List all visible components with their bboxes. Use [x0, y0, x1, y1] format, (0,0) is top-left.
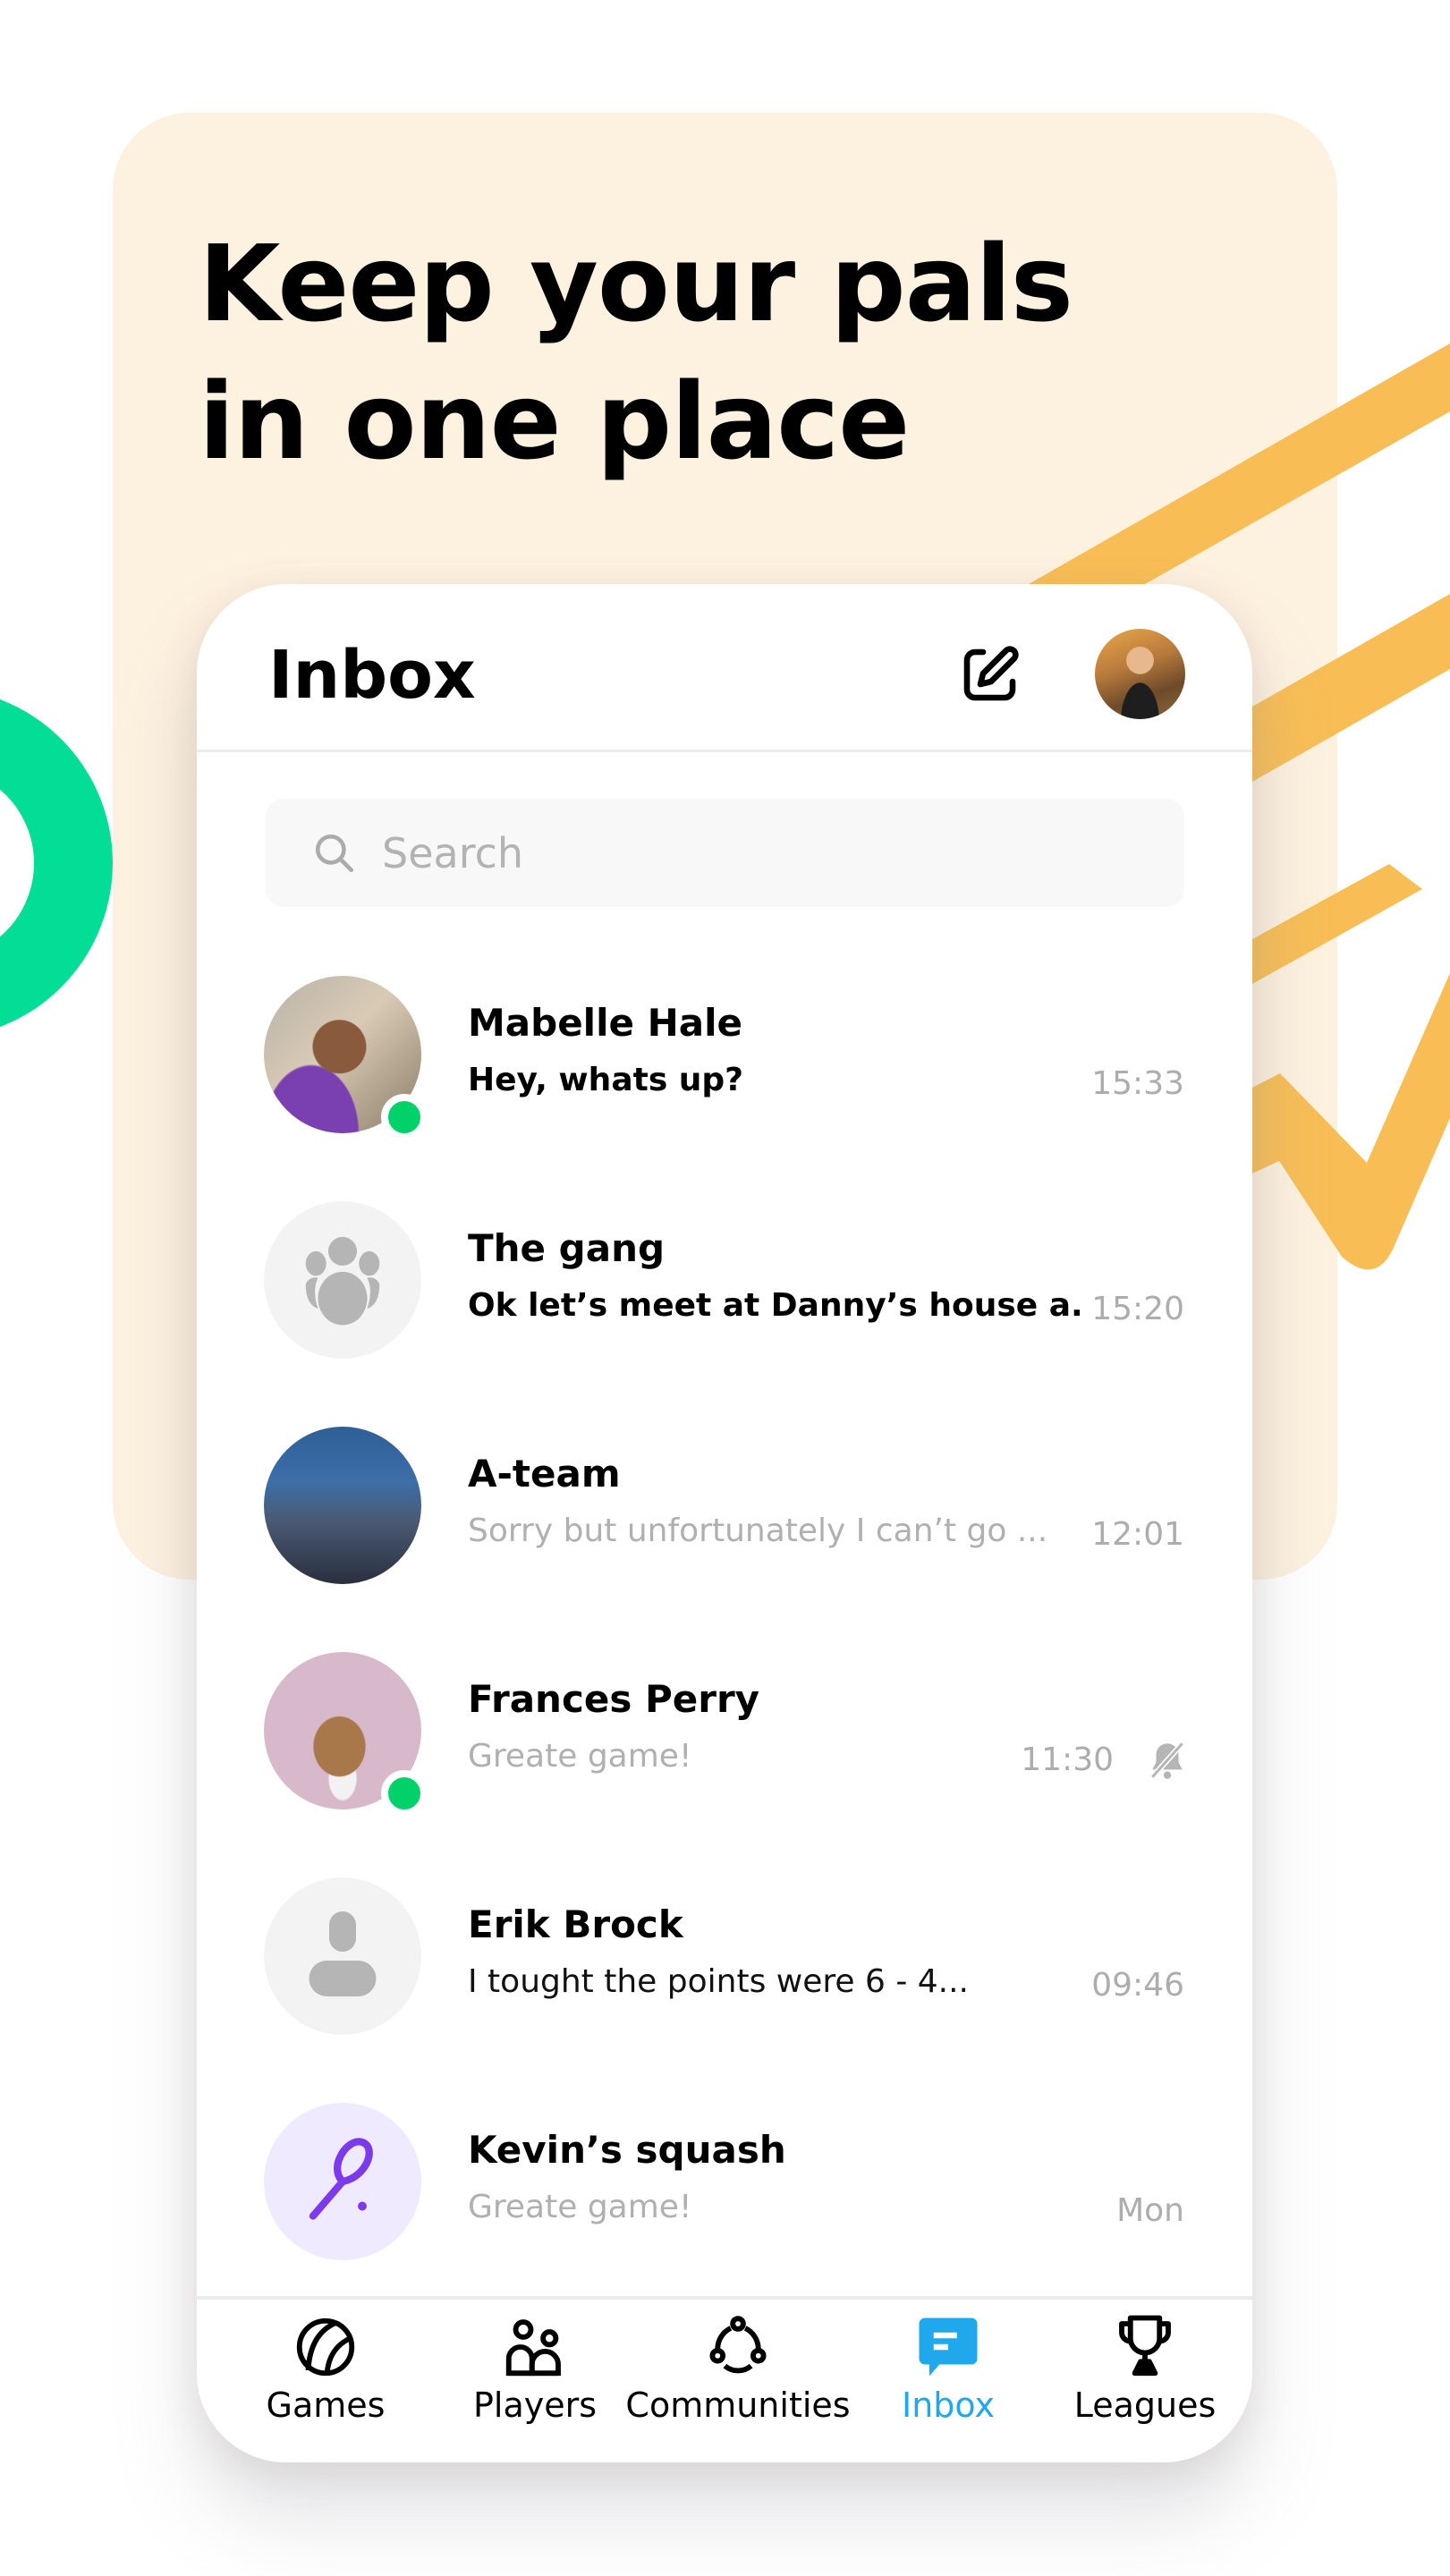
- search-bar[interactable]: [266, 799, 1184, 907]
- conversation-preview: Sorry but unfortunately I can’t go ...: [468, 1513, 1048, 1549]
- tab-label: Players: [472, 2385, 598, 2425]
- conversation-preview: Greate game!: [468, 1738, 692, 1775]
- tab-communities[interactable]: Communities: [617, 2312, 859, 2446]
- chat-bubble-icon: [919, 2318, 978, 2377]
- profile-avatar[interactable]: [1095, 629, 1185, 719]
- conversation-preview: Hey, whats up?: [468, 1062, 744, 1098]
- avatar: [264, 1877, 421, 2035]
- avatar: [264, 1427, 421, 1584]
- bell-off-icon: [1149, 1741, 1185, 1779]
- conversation-name: Mabelle Hale: [468, 1001, 742, 1045]
- conversation-item[interactable]: The gang Ok let’s meet at Danny’s house …: [197, 1201, 1252, 1427]
- edit-square-icon: [963, 646, 1019, 701]
- tab-games[interactable]: Games: [236, 2312, 415, 2446]
- conversation-name: Kevin’s squash: [468, 2128, 786, 2172]
- conversation-name: Frances Perry: [468, 1677, 760, 1721]
- conversation-item[interactable]: Erik Brock I tought the points were 6 - …: [197, 1877, 1252, 2103]
- headline: Keep your pals in one place: [199, 215, 1073, 490]
- tab-label: Games: [266, 2385, 386, 2425]
- avatar: [264, 2103, 421, 2260]
- conversation-time: 15:33: [1091, 1065, 1184, 1102]
- conversation-time: Mon: [1116, 2192, 1184, 2229]
- inbox-screen: Inbox Mabelle Hale Hey, whats up? 15:33: [197, 584, 1252, 2462]
- trophy-icon: [1119, 2315, 1171, 2377]
- page-title: Inbox: [268, 637, 476, 714]
- conversation-name: Erik Brock: [468, 1902, 683, 1946]
- conversation-item[interactable]: Kevin’s squash Greate game! Mon: [197, 2103, 1252, 2328]
- conversation-preview: Greate game!: [468, 2189, 692, 2225]
- conversation-name: A-team: [468, 1452, 621, 1496]
- tab-label: Leagues: [1073, 2385, 1217, 2425]
- headline-line-1: Keep your pals: [199, 222, 1073, 345]
- tab-label: Inbox: [902, 2385, 995, 2425]
- tab-inbox[interactable]: Inbox: [859, 2312, 1038, 2446]
- conversation-item[interactable]: Mabelle Hale Hey, whats up? 15:33: [197, 976, 1252, 1201]
- inbox-header: Inbox: [197, 584, 1252, 752]
- communities-icon: [709, 2316, 767, 2374]
- tab-label: Communities: [625, 2385, 851, 2425]
- conversation-preview: I tought the points were 6 - 4...: [468, 1963, 969, 2000]
- conversation-preview: Ok let’s meet at Danny’s house a...: [468, 1287, 1085, 1324]
- online-status-dot: [381, 1094, 428, 1140]
- bottom-navigation: Games Players Communities Inbox Leagues: [197, 2296, 1252, 2462]
- headline-line-2: in one place: [199, 360, 910, 483]
- search-icon: [315, 834, 354, 872]
- conversation-name: The gang: [468, 1226, 666, 1270]
- squash-racket-icon: [309, 2138, 373, 2220]
- conversation-list: Mabelle Hale Hey, whats up? 15:33 The ga…: [197, 976, 1252, 2328]
- avatar: [264, 1201, 421, 1359]
- tab-leagues[interactable]: Leagues: [1056, 2312, 1234, 2446]
- tab-players[interactable]: Players: [445, 2312, 624, 2446]
- search-input[interactable]: [382, 828, 1098, 877]
- players-icon: [505, 2319, 561, 2377]
- conversation-item[interactable]: Frances Perry Greate game! 11:30: [197, 1652, 1252, 1877]
- group-placeholder-icon: [305, 1236, 380, 1326]
- conversation-item[interactable]: A-team Sorry but unfortunately I can’t g…: [197, 1427, 1252, 1652]
- online-status-dot: [381, 1770, 428, 1817]
- green-ring-decoration: [0, 699, 113, 1027]
- conversation-time: 11:30: [1021, 1741, 1114, 1778]
- conversation-time: 12:01: [1091, 1516, 1184, 1553]
- person-placeholder-icon: [309, 1911, 377, 1996]
- conversation-time: 09:46: [1091, 1967, 1184, 2004]
- tennis-ball-icon: [296, 2318, 355, 2377]
- conversation-time: 15:20: [1091, 1291, 1184, 1327]
- compose-button[interactable]: [957, 640, 1025, 708]
